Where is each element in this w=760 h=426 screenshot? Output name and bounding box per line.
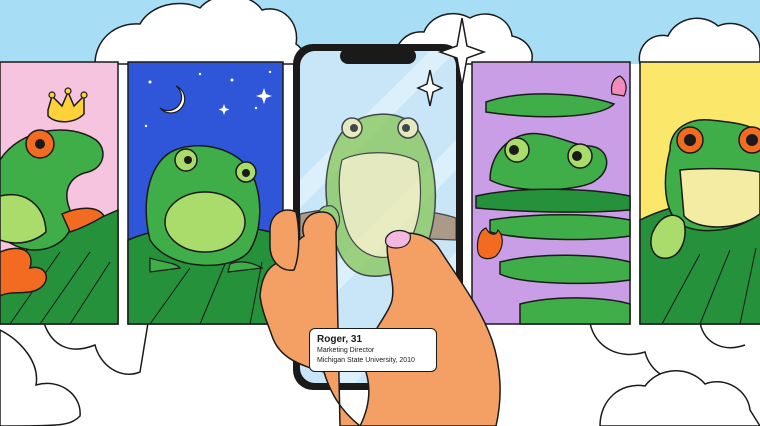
card-tree-frog [639,61,760,325]
dating-app-illustration: Roger, 31 Marketing Director Michigan St… [0,0,760,426]
card-night-frog [127,61,284,325]
crown-icon [47,87,88,123]
profile-education: Michigan State University, 2010 [317,357,415,364]
fingernail [384,229,411,249]
phone-notch [340,48,416,64]
profile-card: Roger, 31 Marketing Director Michigan St… [309,328,437,372]
card-prince-frog [0,61,119,325]
profile-name: Roger, 31 [317,334,363,345]
card-pond-frog [471,61,631,325]
profile-job-title: Marketing Director [317,347,375,354]
